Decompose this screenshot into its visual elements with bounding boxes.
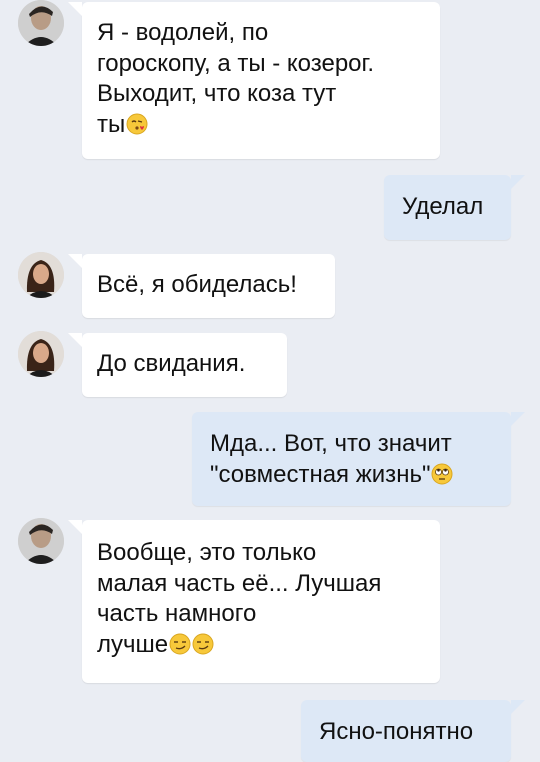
bubble-tail	[511, 700, 525, 714]
message-text: Уделал	[402, 193, 484, 220]
bubble-tail	[68, 254, 82, 268]
message-text: Ясно-понятно	[319, 718, 474, 745]
smirk-emoji	[192, 633, 214, 655]
avatar-female[interactable]	[18, 331, 64, 377]
avatar-female[interactable]	[18, 252, 64, 298]
message-bubble-outgoing[interactable]: Мда... Вот, что значит "совместная жизнь…	[192, 412, 525, 506]
message-text: До свидания.	[97, 350, 246, 377]
rolling-eyes-emoji	[431, 463, 453, 485]
bubble-tail	[68, 333, 82, 347]
message-text: Мда... Вот, что значит "совместная жизнь…	[210, 430, 452, 488]
message-bubble-outgoing[interactable]: Уделал	[384, 175, 525, 240]
bubble-tail	[68, 520, 82, 534]
message-bubble-incoming[interactable]: Всё, я обиделась!	[68, 254, 335, 318]
message-text: Всё, я обиделась!	[97, 271, 297, 298]
bubble-tail	[68, 2, 82, 16]
message-bubble-incoming[interactable]: Вообще, это только малая часть её... Луч…	[68, 520, 440, 683]
message-bubble-incoming[interactable]: До свидания.	[68, 333, 287, 397]
message-text: Вообще, это только малая часть её... Луч…	[97, 539, 382, 658]
kiss-face-emoji	[126, 113, 148, 135]
avatar-male[interactable]	[18, 518, 64, 564]
message-bubble-outgoing[interactable]: Ясно-понятно	[301, 700, 525, 762]
avatar-male[interactable]	[18, 0, 64, 46]
message-bubble-incoming[interactable]: Я - водолей, по гороскопу, а ты - козеро…	[68, 2, 440, 159]
bubble-tail	[511, 175, 525, 189]
smirk-emoji	[169, 633, 191, 655]
bubble-tail	[511, 412, 525, 426]
chat-thread: Я - водолей, по гороскопу, а ты - козеро…	[0, 0, 540, 762]
